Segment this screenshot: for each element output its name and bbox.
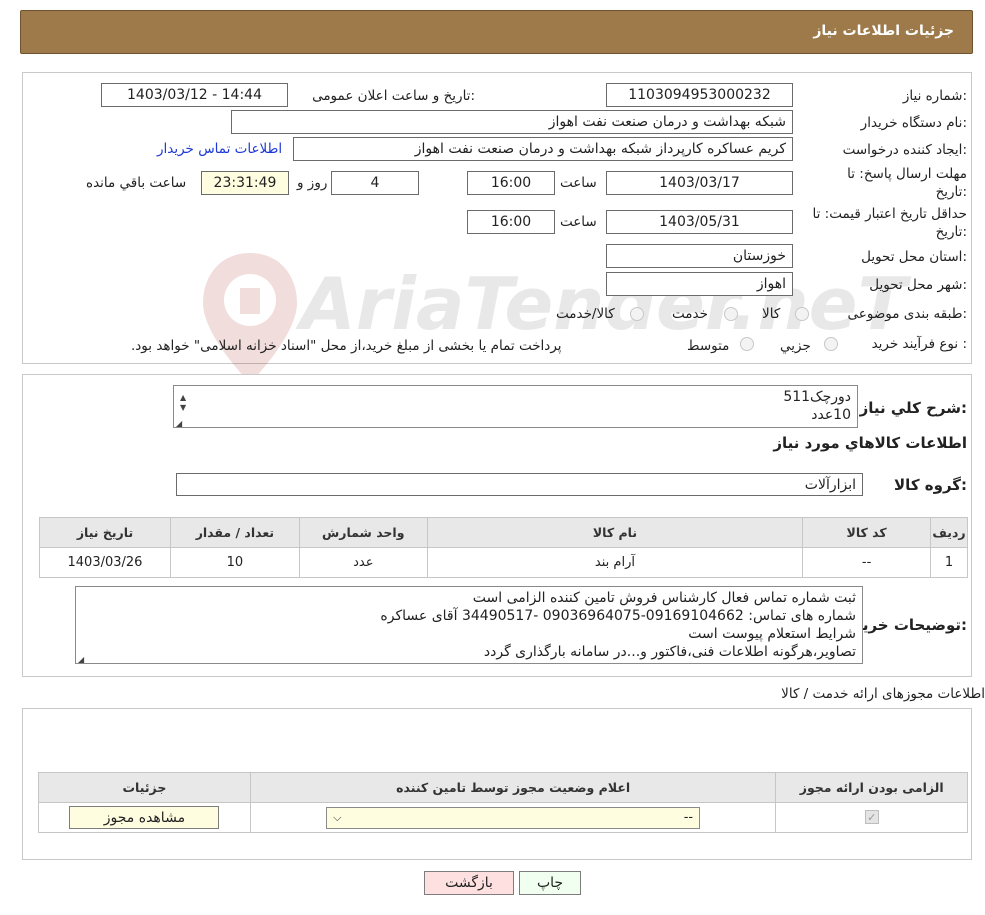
days-label: روز و <box>297 175 328 191</box>
permit-required-checkbox[interactable]: ✓ <box>864 810 879 824</box>
announce-datetime-field: 1403/03/12 - 14:44 <box>101 83 288 107</box>
validity-date-field: 1403/05/31 <box>606 210 793 234</box>
deadline-label-line1: مهلت ارسال پاسخ: تا <box>847 166 967 182</box>
chevron-down-icon: ⌵ <box>333 810 342 824</box>
buyer-note-line-3: شرایط استعلام پیوست است <box>688 626 856 642</box>
validity-time-label: ساعت <box>560 214 597 230</box>
col-need-date: تاريخ نياز <box>39 517 171 548</box>
city-field: اهواز <box>606 272 793 296</box>
goods-info-title: اطلاعات كالاهاي مورد نياز <box>773 434 967 452</box>
need-number-field: 1103094953000232 <box>606 83 793 107</box>
category-radio-goods[interactable] <box>795 307 809 321</box>
buyer-note-line-2: شماره های تماس: 09169104662-09036964075 … <box>380 608 856 624</box>
buyer-contact-link[interactable]: اطلاعات تماس خریدار <box>157 141 282 157</box>
category-option-goods-service: کالا/خدمت <box>556 306 615 322</box>
col-goods-name: نام كالا <box>426 517 804 548</box>
category-radio-service[interactable] <box>724 307 738 321</box>
resize-handle-icon[interactable]: ◢ <box>78 651 84 663</box>
deadline-time-label: ساعت <box>560 175 597 191</box>
cell-goods-name: آرام بند <box>426 547 804 578</box>
summary-line-2: 10عدد <box>811 407 851 423</box>
process-option-medium: متوسط <box>687 338 730 354</box>
category-radio-goods-service[interactable] <box>630 307 644 321</box>
need-number-label: شماره نیاز: <box>902 88 967 104</box>
cell-permit-required: ✓ <box>775 802 968 833</box>
col-permit-required: الزامی بودن ارائه مجوز <box>775 772 968 803</box>
goods-group-label: گروه كالا: <box>894 476 967 494</box>
process-option-small: جزیي <box>780 338 811 354</box>
back-button[interactable]: بازگشت <box>424 871 514 895</box>
buyer-org-field: شبکه بهداشت و درمان صنعت نفت اهواز <box>231 110 793 134</box>
time-remaining-field: 23:31:49 <box>201 171 289 195</box>
permits-section-title: اطلاعات مجوزهای ارائه خدمت / کالا <box>781 686 985 702</box>
page-header: جزئیات اطلاعات نیاز <box>20 10 973 54</box>
cell-need-date: 1403/03/26 <box>39 547 171 578</box>
col-quantity: تعداد / مقدار <box>169 517 300 548</box>
col-goods-code: كد كالا <box>802 517 932 548</box>
announce-datetime-label: تاریخ و ساعت اعلان عمومی: <box>312 88 475 104</box>
creator-label: ایجاد کننده درخواست: <box>842 142 967 158</box>
view-permit-button[interactable]: مشاهده مجوز <box>69 806 220 829</box>
time-remaining-label: ساعت باقي مانده <box>86 175 187 191</box>
cell-quantity: 10 <box>169 547 300 578</box>
col-unit: واحد شمارش <box>298 517 428 548</box>
summary-textarea[interactable]: دورچک511 10عدد ▲ ▼ ◢ <box>173 385 858 428</box>
cell-unit: عدد <box>298 547 428 578</box>
deadline-label-line2: تاریخ: <box>935 184 967 200</box>
table-row: ✓ ⌵ -- مشاهده مجوز <box>38 802 968 833</box>
goods-table-header: رديف كد كالا نام كالا واحد شمارش تعداد /… <box>39 517 968 548</box>
goods-table: رديف كد كالا نام كالا واحد شمارش تعداد /… <box>39 517 968 578</box>
permits-table-header: الزامی بودن ارائه مجوز اعلام وضعیت مجوز … <box>38 772 968 803</box>
goods-group-field: ابزارآلات <box>176 473 863 496</box>
col-permit-status: اعلام وضعیت مجوز توسط تامین کننده <box>249 772 777 803</box>
province-field: خوزستان <box>606 244 793 268</box>
permit-status-value: -- <box>683 810 694 825</box>
cell-row-number: 1 <box>930 547 968 578</box>
cell-permit-details: مشاهده مجوز <box>38 802 251 833</box>
table-row: 1 -- آرام بند عدد 10 1403/03/26 <box>39 547 968 578</box>
resize-handle-icon[interactable]: ◢ <box>176 415 182 427</box>
watermark-text: AriaTender.neT <box>300 262 907 346</box>
col-permit-details: جزئیات <box>38 772 251 803</box>
deadline-time-field: 16:00 <box>467 171 555 195</box>
col-row-number: رديف <box>930 517 968 548</box>
permits-table: الزامی بودن ارائه مجوز اعلام وضعیت مجوز … <box>38 772 968 833</box>
cell-permit-status: ⌵ -- <box>249 802 777 833</box>
deadline-date-field: 1403/03/17 <box>606 171 793 195</box>
cell-goods-code: -- <box>802 547 932 578</box>
summary-label: شرح كلي نياز: <box>859 399 967 417</box>
creator-field: کریم عساکره کارپرداز شبکه بهداشت و درمان… <box>293 137 793 161</box>
validity-time-field: 16:00 <box>467 210 555 234</box>
page-title: جزئیات اطلاعات نیاز <box>813 23 954 39</box>
city-label: شهر محل تحویل: <box>869 277 967 293</box>
category-option-service: خدمت <box>672 306 708 322</box>
print-button[interactable]: چاپ <box>519 871 581 895</box>
province-label: استان محل تحویل: <box>861 249 967 265</box>
watermark-logo-icon <box>203 253 297 383</box>
process-radio-small[interactable] <box>824 337 838 351</box>
validity-label-line2: تاريخ: <box>935 224 967 240</box>
buyer-note-line-1: ثبت شماره تماس فعال کارشناس فروش تامین ک… <box>472 590 856 606</box>
category-label: طبقه بندی موضوعی: <box>847 306 967 322</box>
process-type-label: نوع فرآیند خرید : <box>871 336 967 352</box>
days-remaining-field: 4 <box>331 171 419 195</box>
category-option-goods: کالا <box>762 306 781 322</box>
buyer-notes-textarea[interactable]: ثبت شماره تماس فعال کارشناس فروش تامین ک… <box>75 586 863 664</box>
process-radio-medium[interactable] <box>740 337 754 351</box>
summary-line-1: دورچک511 <box>783 389 851 405</box>
validity-label-line1: حداقل تاريخ اعتبار قيمت: تا <box>812 206 967 222</box>
buyer-org-label: نام دستگاه خریدار: <box>860 115 967 131</box>
permit-status-select[interactable]: ⌵ -- <box>326 806 701 829</box>
buyer-note-line-4: تصاویر،هرگونه اطلاعات فنی،فاکتور و...در … <box>483 644 856 660</box>
process-payment-note: پرداخت تمام یا بخشی از مبلغ خرید،از محل … <box>131 338 562 354</box>
